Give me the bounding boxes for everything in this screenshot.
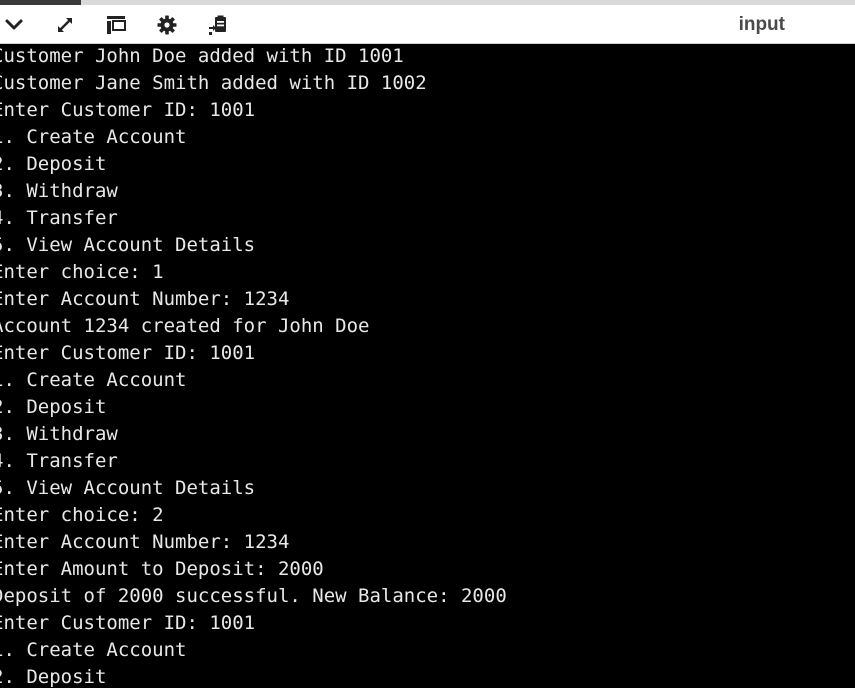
output-panel: input Customer John Doe added with ID 10… [0,0,855,688]
console-line: Enter Customer ID: 1001 [0,99,256,121]
console-line: Enter choice: 1 [0,261,164,283]
console-line: Deposit of 2000 successful. New Balance:… [0,585,507,607]
console-line: Enter Account Number: 1234 [0,531,290,553]
input-label[interactable]: input [739,14,785,36]
console-line: 1. Create Account [0,639,187,661]
console-line: Enter Customer ID: 1001 [0,342,256,364]
pin-icon[interactable] [206,13,230,37]
console-line: 2. Deposit [0,666,107,688]
console-output: Customer John Doe added with ID 1001 Cust… [0,44,855,688]
console-line: Customer John Doe added with ID 1001 [0,45,404,67]
expand-icon[interactable] [53,13,77,37]
console-line: Account 1234 created for John Doe [0,315,370,337]
console-line: Enter Account Number: 1234 [0,288,290,310]
gear-icon[interactable] [155,13,179,37]
console-line: 4. Transfer [0,207,118,229]
console-line: 5. View Account Details [0,477,256,499]
console-line: Enter Amount to Deposit: 2000 [0,558,324,580]
console-line: 2. Deposit [0,153,107,175]
console-line: 1. Create Account [0,126,187,148]
console-line: 3. Withdraw [0,423,118,445]
console-line: 5. View Account Details [0,234,256,256]
console-line: Enter Customer ID: 1001 [0,612,256,634]
console-line: Customer Jane Smith added with ID 1002 [0,72,427,94]
console-line: 3. Withdraw [0,180,118,202]
output-toolbar: input [0,5,855,44]
console-line: 4. Transfer [0,450,118,472]
console-line: 1. Create Account [0,369,187,391]
console-line: Enter choice: 2 [0,504,164,526]
console-line: 2. Deposit [0,396,107,418]
chevron-down-icon[interactable] [2,13,26,37]
layout-icon[interactable] [104,13,128,37]
